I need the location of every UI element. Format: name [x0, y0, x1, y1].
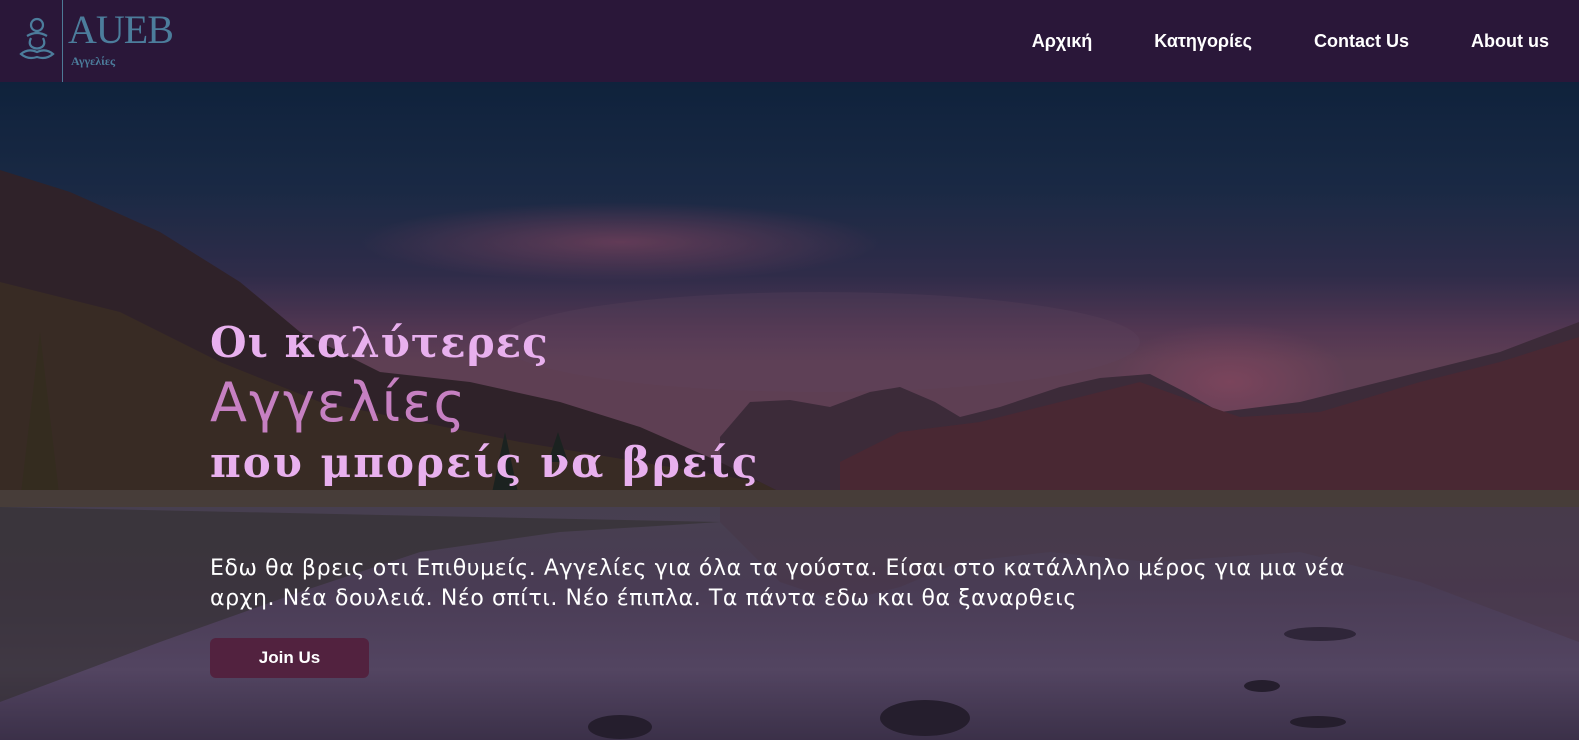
logo-wordmark: AUEB	[68, 7, 174, 52]
navbar: AUEB Αγγελίες Αρχική Κατηγορίες Contact …	[0, 0, 1579, 82]
nav-link-contact[interactable]: Contact Us	[1314, 30, 1409, 52]
hero-section: Οι καλύτερες Αγγελίες που μπορείς να βρε…	[0, 82, 1579, 740]
hero-title-line1: Οι καλύτερες	[210, 318, 549, 367]
join-us-button[interactable]: Join Us	[210, 638, 369, 678]
page: AUEB Αγγελίες Αρχική Κατηγορίες Contact …	[0, 0, 1579, 740]
hero-description: Εδω θα βρεις οτι Επιθυμείς. Αγγελίες για…	[210, 556, 1346, 611]
hero-title-line3: που μπορείς να βρείς	[210, 438, 760, 487]
nav-link-categories[interactable]: Κατηγορίες	[1154, 30, 1252, 52]
hero-content: Οι καλύτερες Αγγελίες που μπορείς να βρε…	[210, 318, 1410, 678]
nav-link-about[interactable]: About us	[1471, 30, 1549, 52]
logo[interactable]: AUEB Αγγελίες	[16, 0, 196, 82]
logo-divider	[62, 0, 63, 82]
logo-subtitle: Αγγελίες	[71, 54, 116, 68]
nav-link-home[interactable]: Αρχική	[1032, 30, 1093, 52]
hero-title-highlight: Αγγελίες	[210, 371, 468, 434]
meditation-figure-icon	[19, 17, 55, 60]
main-nav: Αρχική Κατηγορίες Contact Us About us	[970, 30, 1549, 52]
